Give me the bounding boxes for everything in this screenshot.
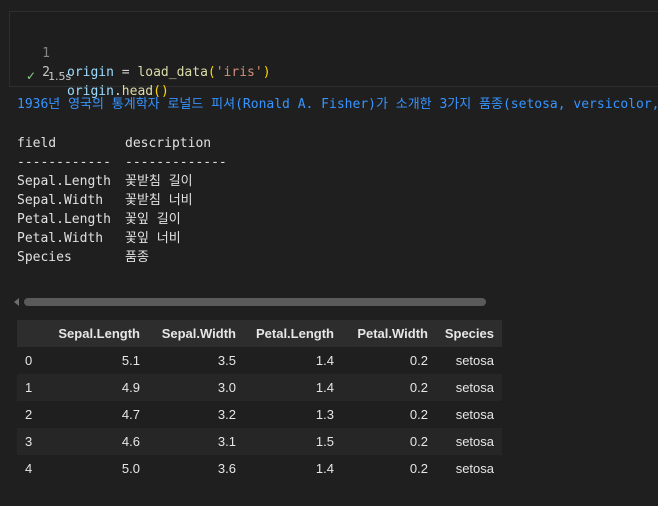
table-cell: 0.2 xyxy=(409,407,428,422)
table-row: 4 5.0 3.6 1.4 0.2 setosa xyxy=(17,455,502,482)
code-cell[interactable]: 1 origin = load_data('iris') 2 origin.he… xyxy=(9,11,658,99)
field-table-header: field description xyxy=(17,136,212,151)
output-description: 1936년 영국의 통계학자 로널드 피셔(Ronald A. Fisher)가… xyxy=(17,97,658,112)
table-cell: setosa xyxy=(436,428,502,455)
execution-time: 1.5s xyxy=(48,69,72,83)
column-header: Petal.Length xyxy=(244,320,342,347)
code-token-function: load_data xyxy=(137,65,208,80)
table-cell: 3.6 xyxy=(217,461,236,476)
table-cell: 1.4 xyxy=(315,353,334,368)
field-table-row: Petal.Length 꽃잎 길이 xyxy=(17,212,181,227)
code-token-string: 'iris' xyxy=(215,65,263,80)
column-header-index xyxy=(17,320,48,347)
table-cell: 4.7 xyxy=(121,407,140,422)
row-index: 2 xyxy=(25,407,33,422)
row-index: 1 xyxy=(17,374,48,401)
column-header: Sepal.Width xyxy=(148,320,244,347)
code-token-paren: ) xyxy=(262,65,271,80)
row-index: 4 xyxy=(25,461,33,476)
table-cell: 3.1 xyxy=(148,428,244,455)
scrollbar-thumb[interactable] xyxy=(24,298,486,306)
table-cell: 1.5 xyxy=(244,428,342,455)
column-header: Sepal.Length xyxy=(48,320,148,347)
table-cell: 5.1 xyxy=(121,353,140,368)
field-table-separator: ------------ ------------- xyxy=(17,155,227,170)
table-cell: 0.2 xyxy=(342,428,436,455)
code-token-operator: = xyxy=(113,65,138,80)
table-cell: 3.2 xyxy=(217,407,236,422)
table-cell: setosa xyxy=(436,374,502,401)
table-row: 0 5.1 3.5 1.4 0.2 setosa xyxy=(17,347,502,374)
table-cell: 3.5 xyxy=(217,353,236,368)
table-cell: 1.4 xyxy=(244,374,342,401)
code-line-2[interactable]: 2 origin.head() xyxy=(10,44,169,99)
table-row: 2 4.7 3.2 1.3 0.2 setosa xyxy=(17,401,502,428)
table-cell: 0.2 xyxy=(409,461,428,476)
code-editor[interactable]: 1 origin = load_data('iris') 2 origin.he… xyxy=(10,25,270,99)
table-cell: setosa xyxy=(455,353,494,368)
column-header: Species xyxy=(436,320,502,347)
field-table-row: Sepal.Length 꽃받침 길이 xyxy=(17,174,193,189)
field-table-row: Sepal.Width 꽃받침 너비 xyxy=(17,193,193,208)
row-index: 0 xyxy=(25,353,33,368)
table-cell: 4.9 xyxy=(48,374,148,401)
table-row: 3 4.6 3.1 1.5 0.2 setosa xyxy=(17,428,502,455)
check-icon: ✓ xyxy=(26,69,37,83)
table-cell: setosa xyxy=(455,407,494,422)
table-cell: 0.2 xyxy=(409,353,428,368)
field-table-row: Petal.Width 꽃잎 너비 xyxy=(17,231,181,246)
column-header: Petal.Width xyxy=(342,320,436,347)
table-cell: 3.0 xyxy=(148,374,244,401)
row-index: 3 xyxy=(17,428,48,455)
execution-status: ✓ 1.5s xyxy=(26,69,71,83)
table-cell: 1.3 xyxy=(315,407,334,422)
field-table: field description ------------ ---------… xyxy=(17,134,227,267)
dataframe-table: Sepal.Length Sepal.Width Petal.Length Pe… xyxy=(17,320,502,482)
table-cell: 0.2 xyxy=(342,374,436,401)
field-table-row: Species 품종 xyxy=(17,250,149,265)
code-line-1[interactable]: 1 origin = load_data('iris') xyxy=(10,25,270,80)
code-token-paren: ( xyxy=(207,65,216,80)
dataframe-header-row: Sepal.Length Sepal.Width Petal.Length Pe… xyxy=(17,320,502,347)
table-row: 1 4.9 3.0 1.4 0.2 setosa xyxy=(17,374,502,401)
table-cell: 1.4 xyxy=(315,461,334,476)
scroll-left-icon[interactable] xyxy=(14,298,19,306)
code-token-variable: origin xyxy=(67,65,114,80)
table-cell: 5.0 xyxy=(121,461,140,476)
table-cell: setosa xyxy=(455,461,494,476)
horizontal-scrollbar[interactable] xyxy=(14,297,490,307)
table-cell: 4.6 xyxy=(48,428,148,455)
